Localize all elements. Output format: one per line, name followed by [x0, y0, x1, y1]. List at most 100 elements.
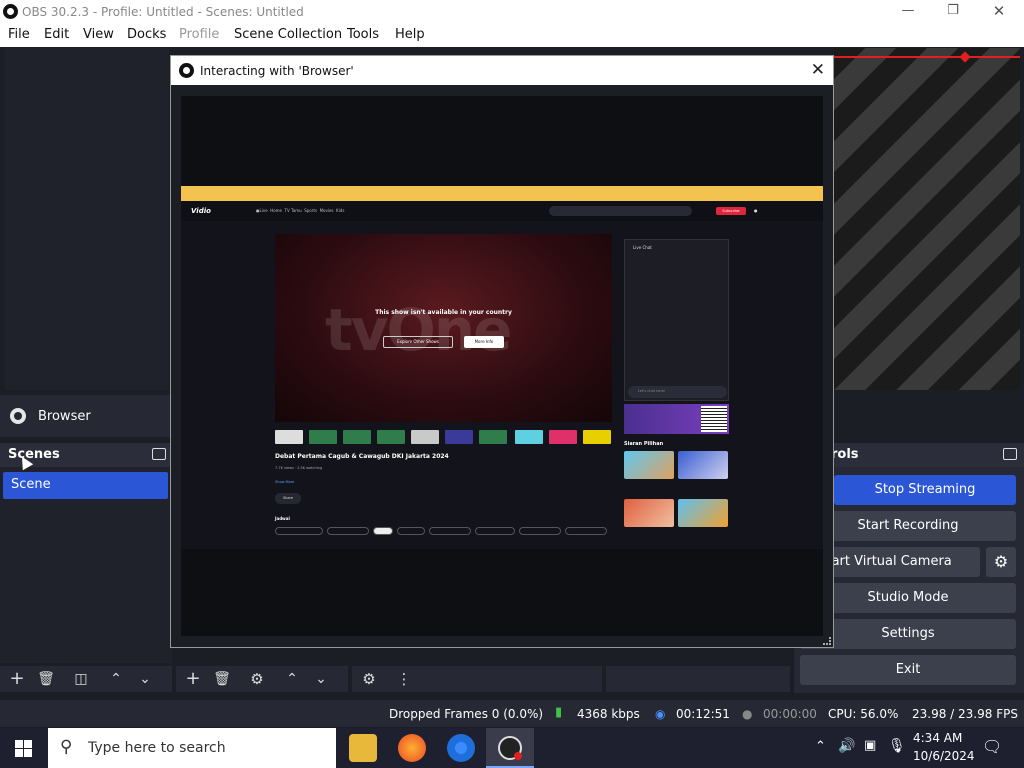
undock-icon[interactable]	[152, 448, 166, 460]
video-player[interactable]: tvOne This show isn't available in your …	[275, 234, 612, 422]
virtual-camera-settings-icon[interactable]: ⚙	[986, 547, 1016, 577]
record-time: 00:00:00	[763, 707, 817, 721]
site-user-menu[interactable]: ●	[754, 208, 758, 213]
move-up-icon[interactable]: ⌃	[105, 669, 127, 689]
date-chip[interactable]	[565, 527, 607, 535]
stream-time: 00:12:51	[676, 707, 730, 721]
menu-docks[interactable]: Docks	[127, 27, 166, 42]
obs-taskbar-button[interactable]	[486, 728, 534, 768]
date-chip[interactable]	[397, 527, 425, 535]
date-chip[interactable]	[519, 527, 561, 535]
controls-dock-header: rols	[829, 443, 1024, 467]
windows-start-icon[interactable]	[15, 740, 32, 757]
add-source-icon[interactable]: +	[182, 669, 204, 689]
video-meta: 7.7K views · 2.5K watching	[275, 466, 323, 470]
program-thumb[interactable]	[624, 499, 674, 527]
channel-thumb[interactable]	[309, 430, 337, 444]
share-button[interactable]: Share	[275, 493, 301, 504]
close-icon[interactable]: ✕	[984, 2, 1014, 20]
bitrate: 4368 kbps	[577, 707, 640, 721]
explore-shows-button[interactable]: Explore Other Shows	[383, 336, 453, 348]
site-search[interactable]	[549, 206, 692, 216]
source-up-icon[interactable]: ⌃	[281, 669, 303, 689]
program-thumb[interactable]	[678, 451, 728, 479]
source-item-browser[interactable]: Browser	[0, 395, 170, 437]
scene-list-item[interactable]: Scene	[3, 472, 168, 499]
stop-streaming-button[interactable]: Stop Streaming	[834, 475, 1016, 505]
menu-file[interactable]: File	[8, 27, 30, 42]
preview-guide-line	[834, 56, 1020, 58]
channel-thumb[interactable]	[583, 430, 611, 444]
menu-edit[interactable]: Edit	[44, 27, 69, 42]
channel-thumb[interactable]	[549, 430, 577, 444]
menu-help[interactable]: Help	[395, 27, 425, 42]
qr-code-icon	[701, 406, 727, 432]
firefox-icon[interactable]	[398, 734, 426, 762]
taskbar-search[interactable]: ⚲ Type here to search	[48, 728, 336, 768]
video-title: Debat Pertama Cagub & Cawagub DKI Jakart…	[275, 453, 449, 460]
menu-tools[interactable]: Tools	[347, 27, 379, 42]
channel-thumb[interactable]	[445, 430, 473, 444]
volume-icon[interactable]: 🔊	[838, 738, 855, 754]
site-nav-links[interactable]: ●Live Home TV Tamu Sports Movies Kids	[256, 208, 344, 213]
more-info-button[interactable]: More Info	[464, 336, 504, 348]
source-properties-icon[interactable]: ⚙	[246, 669, 268, 689]
notifications-icon[interactable]: 🗨	[982, 737, 1002, 756]
mixer-settings-icon[interactable]: ⚙	[358, 669, 380, 689]
website: Vidio ●Live Home TV Tamu Sports Movies K…	[181, 186, 823, 549]
site-brand[interactable]: Vidio	[191, 207, 211, 215]
move-down-icon[interactable]: ⌄	[134, 669, 156, 689]
stream-icon: ◉	[655, 707, 666, 721]
channel-thumb[interactable]	[411, 430, 439, 444]
program-thumb[interactable]	[678, 499, 728, 527]
live-chat-panel: Live Chat Let's chat here!	[624, 239, 729, 401]
date-chip[interactable]	[429, 527, 471, 535]
mixer-menu-icon[interactable]: ⋮	[393, 669, 415, 689]
channel-thumb[interactable]	[479, 430, 507, 444]
date-chip[interactable]	[327, 527, 369, 535]
window-title: OBS 30.2.3 - Profile: Untitled - Scenes:…	[22, 5, 304, 19]
program-thumb[interactable]	[624, 451, 674, 479]
record-icon: ●	[742, 707, 753, 721]
promo-banner[interactable]	[624, 404, 729, 434]
signal-icon: ▮	[555, 705, 563, 720]
resize-grip-icon[interactable]	[823, 637, 831, 645]
dialog-close-icon[interactable]: ✕	[811, 60, 825, 80]
menu-view[interactable]: View	[83, 27, 114, 42]
maximize-icon[interactable]: ❐	[938, 2, 968, 20]
chat-input[interactable]: Let's chat here!	[628, 386, 727, 398]
clock-time[interactable]: 4:34 AM	[913, 731, 962, 745]
remove-scene-icon[interactable]: 🗑	[35, 669, 57, 689]
date-chip-selected[interactable]	[373, 527, 393, 535]
source-label: Browser	[38, 409, 91, 424]
channel-thumb[interactable]	[343, 430, 371, 444]
tray-chevron-icon[interactable]: ⌃	[815, 739, 826, 754]
browser-viewport[interactable]: Vidio ●Live Home TV Tamu Sports Movies K…	[181, 96, 823, 636]
source-down-icon[interactable]: ⌄	[310, 669, 332, 689]
channel-thumb[interactable]	[515, 430, 543, 444]
chrome-icon[interactable]	[447, 734, 475, 762]
exit-button[interactable]: Exit	[800, 655, 1016, 685]
date-chip[interactable]	[475, 527, 515, 535]
subscribe-button[interactable]: Subscribe	[716, 207, 746, 215]
menu-scene-collection[interactable]: Scene Collection	[234, 27, 342, 42]
undock-icon[interactable]	[1003, 448, 1017, 460]
title-bar: OBS 30.2.3 - Profile: Untitled - Scenes:…	[0, 0, 1024, 23]
channel-thumb[interactable]	[275, 430, 303, 444]
show-more-link[interactable]: Show More	[275, 480, 294, 484]
add-scene-icon[interactable]: +	[6, 669, 28, 689]
channel-thumb[interactable]	[377, 430, 405, 444]
menu-bar: File Edit View Docks Profile Scene Colle…	[0, 23, 1024, 47]
minimize-icon[interactable]: —	[893, 2, 923, 20]
clock-date[interactable]: 10/6/2024	[913, 749, 975, 763]
site-banner	[181, 186, 823, 201]
file-explorer-icon[interactable]	[349, 734, 377, 762]
scene-filters-icon[interactable]: ◫	[70, 669, 92, 689]
menu-profile[interactable]: Profile	[179, 27, 219, 42]
microphone-icon[interactable]: 🎙	[888, 738, 906, 754]
recording-indicator-icon	[514, 752, 522, 760]
network-icon[interactable]: ▣	[864, 738, 876, 753]
date-chip[interactable]	[275, 527, 323, 535]
remove-source-icon[interactable]: 🗑	[211, 669, 233, 689]
scene-label: Scene	[11, 477, 51, 492]
